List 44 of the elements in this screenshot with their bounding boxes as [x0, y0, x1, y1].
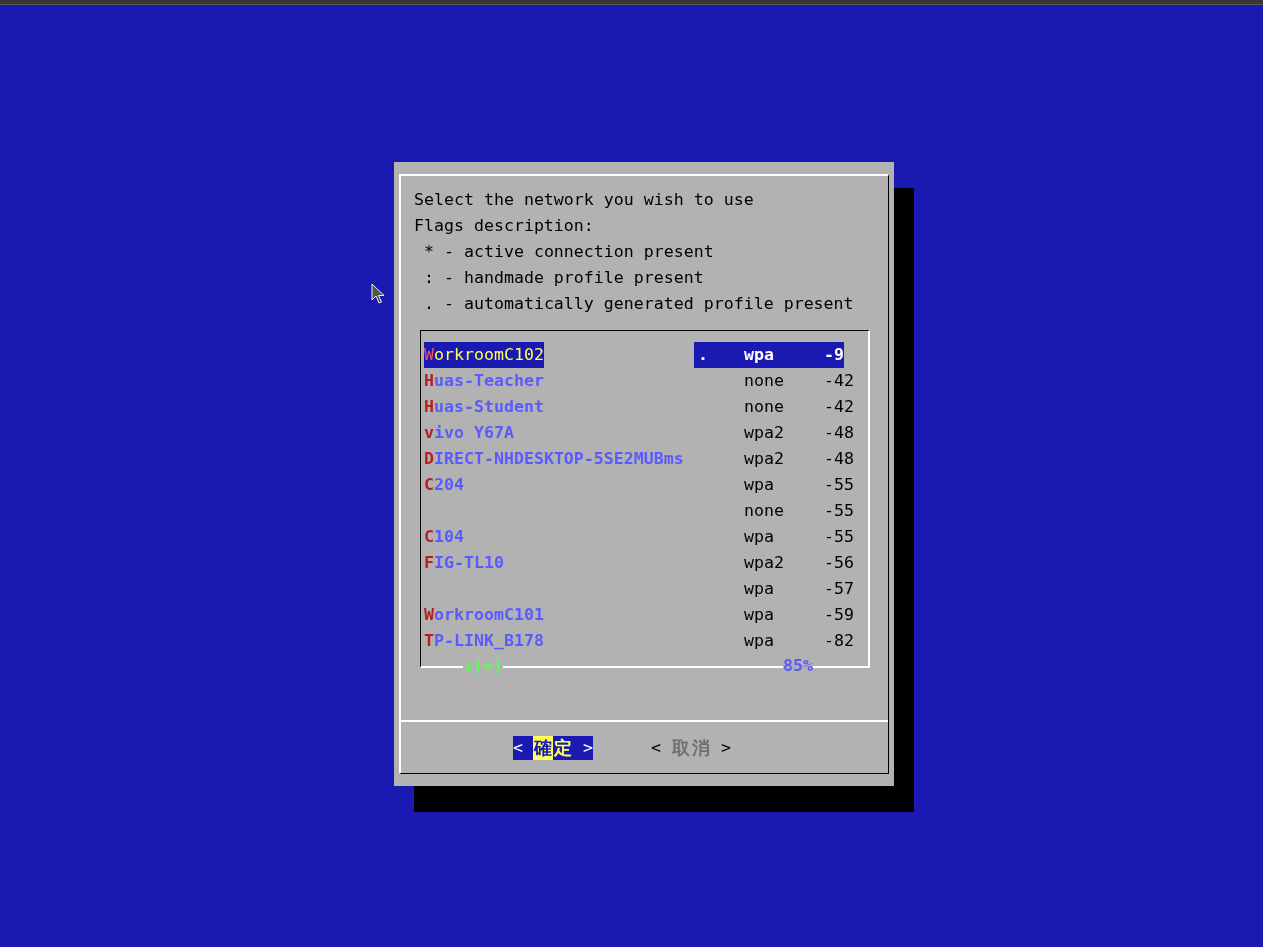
signal-strength: -55 [824, 474, 854, 496]
network-name[interactable]: vivo Y67A [424, 420, 514, 446]
signal-strength: -42 [824, 396, 854, 418]
signal-strength: -55 [824, 526, 854, 548]
network-name[interactable]: WorkroomC101 [424, 602, 544, 628]
signal-strength: -55 [824, 500, 854, 522]
network-name[interactable]: C104 [424, 524, 464, 550]
flag-description: . - automatically generated profile present [424, 293, 854, 315]
signal-strength: -59 [824, 604, 854, 626]
security-type: none [744, 500, 784, 522]
security-type: wpa [744, 344, 774, 366]
signal-strength: -82 [824, 630, 854, 652]
network-name[interactable]: Huas-Student [424, 394, 544, 420]
network-name[interactable]: DIRECT-NHDESKTOP-5SE2MUBms [424, 446, 684, 472]
flag-description: * - active connection present [424, 241, 714, 263]
confirm-button[interactable]: < 確定 > [513, 735, 593, 760]
network-name[interactable]: TP-LINK_B178 [424, 628, 544, 654]
mouse-pointer-icon [371, 283, 385, 304]
flag-description: : - handmade profile present [424, 267, 704, 289]
signal-strength: -48 [824, 422, 854, 444]
network-name[interactable]: C204 [424, 472, 464, 498]
security-type: wpa [744, 604, 774, 626]
security-type: wpa2 [744, 448, 784, 470]
network-name[interactable]: WorkroomC102 [424, 342, 544, 368]
signal-strength: -57 [824, 578, 854, 600]
flags-heading: Flags description: [414, 215, 594, 237]
security-type: wpa [744, 630, 774, 652]
signal-strength: -9 [824, 344, 844, 366]
profile-type-label: . [698, 344, 708, 366]
signal-strength: -56 [824, 552, 854, 574]
security-type: wpa [744, 474, 774, 496]
security-type: none [744, 396, 784, 418]
cancel-button[interactable]: < 取消 > [651, 735, 731, 760]
signal-strength: -42 [824, 370, 854, 392]
security-type: none [744, 370, 784, 392]
network-name[interactable]: FIG-TL10 [424, 550, 504, 576]
security-type: wpa [744, 526, 774, 548]
security-type: wpa2 [744, 552, 784, 574]
security-type: wpa2 [744, 422, 784, 444]
network-name[interactable]: Huas-Teacher [424, 368, 544, 394]
security-type: wpa [744, 578, 774, 600]
prompt-text: Select the network you wish to use [414, 189, 754, 211]
selection-highlight[interactable]: . wpa -9 [694, 342, 844, 368]
signal-strength: -48 [824, 448, 854, 470]
